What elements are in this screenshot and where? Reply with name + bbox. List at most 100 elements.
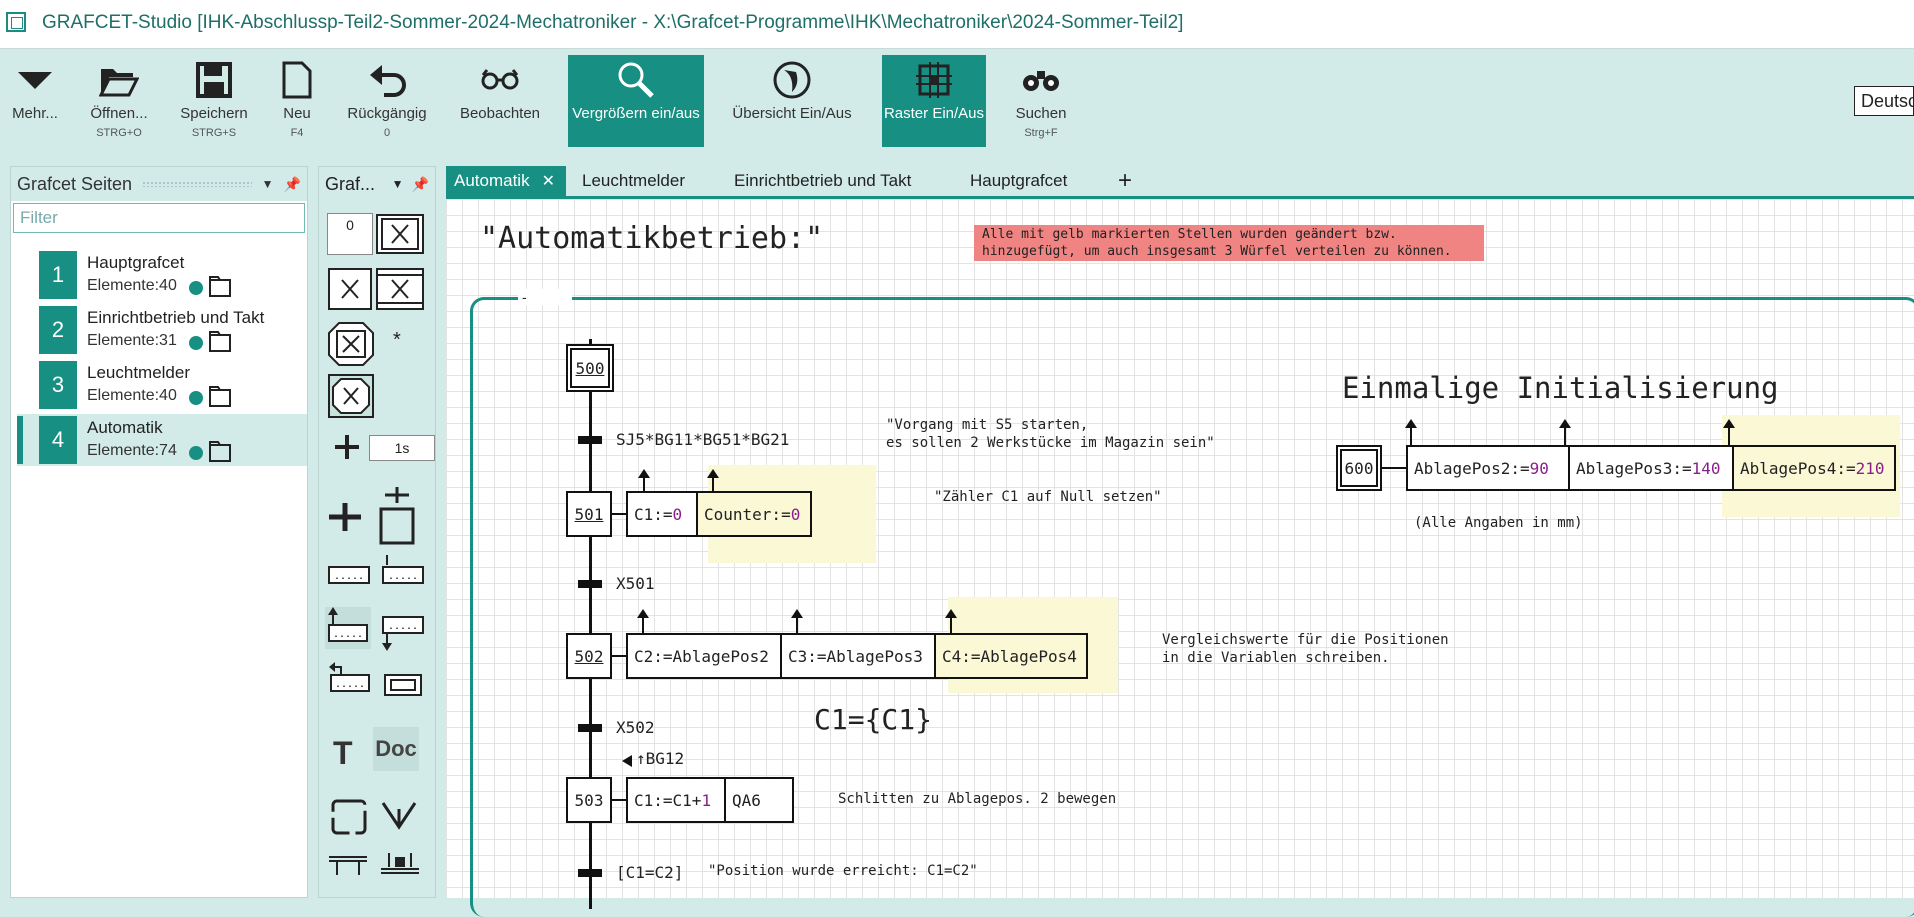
folder-icon[interactable] (209, 385, 231, 412)
arrow-up-icon (707, 469, 719, 491)
page-item-einrichtbetrieb[interactable]: 2 Einrichtbetrieb und Takt Elemente:31 (17, 304, 307, 356)
glasses-icon (456, 55, 544, 105)
text-tool[interactable]: T (333, 735, 353, 772)
action-c1-reset[interactable]: C1:= 0 (626, 491, 698, 537)
action-up-tool-icon[interactable]: ..... (325, 607, 371, 649)
action-c3[interactable]: C3:=AblagePos3 (780, 633, 936, 679)
tab-leuchtmelder[interactable]: Leuchtmelder (574, 166, 693, 196)
page-element-count: Elemente:40 (87, 277, 177, 294)
close-icon[interactable]: ✕ (542, 171, 555, 191)
step-transition-tool-icon[interactable] (375, 485, 419, 552)
zoom-toggle-button[interactable]: Vergrößern ein/aus (568, 55, 704, 147)
ribbon-toolbar: Mehr... Öffnen... STRG+O Speichern STRG+… (0, 49, 1914, 153)
language-select[interactable]: Deutsch (1854, 86, 1914, 116)
doc-tool[interactable]: Doc (373, 727, 419, 771)
pages-panel-header: Grafcet Seiten ▼ 📌 (11, 167, 307, 201)
page-item-automatik[interactable]: 4 Automatik Elemente:74 (17, 414, 307, 466)
tab-label: Automatik (454, 171, 530, 190)
convergence-and-tool-icon[interactable] (379, 851, 421, 882)
page-element-count: Elemente:31 (87, 332, 177, 349)
transition-condition: SJ5*BG11*BG51*BG21 (616, 430, 790, 449)
open-button[interactable]: Öffnen... STRG+O (86, 55, 152, 147)
search-button[interactable]: Suchen Strg+F (1008, 55, 1074, 147)
transition-cross-icon[interactable] (327, 501, 363, 538)
action-c2[interactable]: C2:=AblagePos2 (626, 633, 782, 679)
step-502[interactable]: 502 (566, 633, 612, 679)
more-button[interactable]: Mehr... (4, 55, 66, 147)
observe-label: Beobachten (459, 105, 541, 122)
action-link (612, 513, 626, 515)
more-label: Mehr... (12, 105, 58, 122)
tools-panel-header: Graf... ▼ 📌 (319, 167, 435, 201)
folder-icon[interactable] (209, 330, 231, 357)
svg-text:.....: ..... (335, 679, 365, 690)
add-tab-button[interactable]: + (1110, 166, 1140, 196)
transition-1[interactable] (578, 436, 602, 444)
action-c1-increment[interactable]: C1:=C1+ 1 (626, 777, 726, 823)
folder-icon[interactable] (209, 440, 231, 467)
action-left-tool-icon[interactable]: ..... (327, 661, 373, 700)
transition-4[interactable] (578, 869, 602, 877)
time-input[interactable]: 1s (369, 435, 435, 461)
open-label: Öffnen... (90, 105, 148, 122)
action-c4[interactable]: C4:=AblagePos4 (934, 633, 1088, 679)
page-item-hauptgrafcet[interactable]: 1 Hauptgrafcet Elemente:40 (17, 249, 307, 301)
pin-icon[interactable]: 📌 (412, 176, 429, 193)
pin-icon[interactable]: 📌 (284, 176, 301, 193)
page-item-leuchtmelder[interactable]: 3 Leuchtmelder Elemente:40 (17, 359, 307, 411)
action-link (612, 655, 626, 657)
action-qa6[interactable]: QA6 (724, 777, 794, 823)
tab-hauptgrafcet[interactable]: Hauptgrafcet (962, 166, 1075, 196)
action-counter-reset[interactable]: Counter:= 0 (696, 491, 812, 537)
drag-grip[interactable] (142, 181, 252, 187)
initial-step-600[interactable]: 600 (1336, 445, 1382, 491)
grid-toggle-button[interactable]: Raster Ein/Aus (882, 55, 986, 147)
svg-text:.....: ..... (334, 571, 364, 582)
svg-text:.....: ..... (333, 629, 363, 640)
grafcet-canvas[interactable]: "Automatikbetrieb:" Alle mit gelb markie… (446, 196, 1914, 917)
dropdown-icon[interactable]: ▼ (392, 177, 404, 191)
step-number: 500 (570, 348, 610, 388)
transition-3[interactable] (578, 724, 602, 732)
action-box-tool-icon[interactable] (383, 673, 423, 702)
initial-step-tool-icon[interactable] (375, 213, 425, 260)
action-ablagepos3[interactable]: AblagePos3:= 140 (1568, 445, 1734, 491)
transition-tool-icon[interactable] (333, 433, 361, 466)
new-label: Neu (283, 105, 311, 122)
new-button[interactable]: Neu F4 (276, 55, 318, 147)
step-501[interactable]: 501 (566, 491, 612, 537)
action-down-tool-icon[interactable]: ..... (381, 613, 425, 658)
macro-step-tool-icon[interactable] (327, 321, 375, 372)
tab-einrichtbetrieb[interactable]: Einrichtbetrieb und Takt (726, 166, 919, 196)
frame-tool-icon[interactable] (329, 797, 369, 842)
save-button[interactable]: Speichern STRG+S (178, 55, 250, 147)
undo-button[interactable]: Rückgängig 0 (344, 55, 430, 147)
save-label: Speichern (180, 105, 248, 122)
action-text: Counter:= (704, 504, 791, 524)
step-tool-icon[interactable] (327, 267, 373, 316)
comment: "Position wurde erreicht: C1=C2" (708, 863, 978, 879)
action-ablagepos4[interactable]: AblagePos4:= 210 (1732, 445, 1896, 491)
observe-button[interactable]: Beobachten (456, 55, 544, 147)
initial-step-500[interactable]: 500 (566, 344, 614, 392)
page-name: Leuchtmelder (87, 363, 191, 382)
filter-input[interactable]: Filter (13, 203, 305, 233)
action-tool-icon[interactable]: ..... (327, 563, 371, 592)
enclosing-step-tool-icon[interactable] (375, 267, 425, 316)
asterisk-tool[interactable]: * (393, 329, 401, 352)
step-number-input[interactable]: 0 (327, 213, 373, 255)
overview-toggle-button[interactable]: Übersicht Ein/Aus (730, 55, 854, 147)
macro-step-alt-tool-icon[interactable] (327, 373, 375, 424)
action-connected-tool-icon[interactable]: ..... (381, 553, 425, 592)
folder-icon[interactable] (209, 275, 231, 302)
divergence-or-tool-icon[interactable] (327, 851, 369, 882)
action-text: AblagePos3:= (1576, 458, 1692, 478)
arrow-down-tool-icon[interactable] (379, 799, 419, 838)
action-ablagepos2[interactable]: AblagePos2:= 90 (1406, 445, 1570, 491)
tab-automatik[interactable]: Automatik ✕ (446, 166, 566, 196)
arrow-up-icon (638, 469, 650, 491)
dropdown-icon[interactable]: ▼ (262, 177, 274, 191)
title-bar: GRAFCET-Studio [IHK-Abschlussp-Teil2-Som… (0, 0, 1914, 49)
transition-2[interactable] (578, 580, 602, 588)
step-503[interactable]: 503 (566, 777, 612, 823)
